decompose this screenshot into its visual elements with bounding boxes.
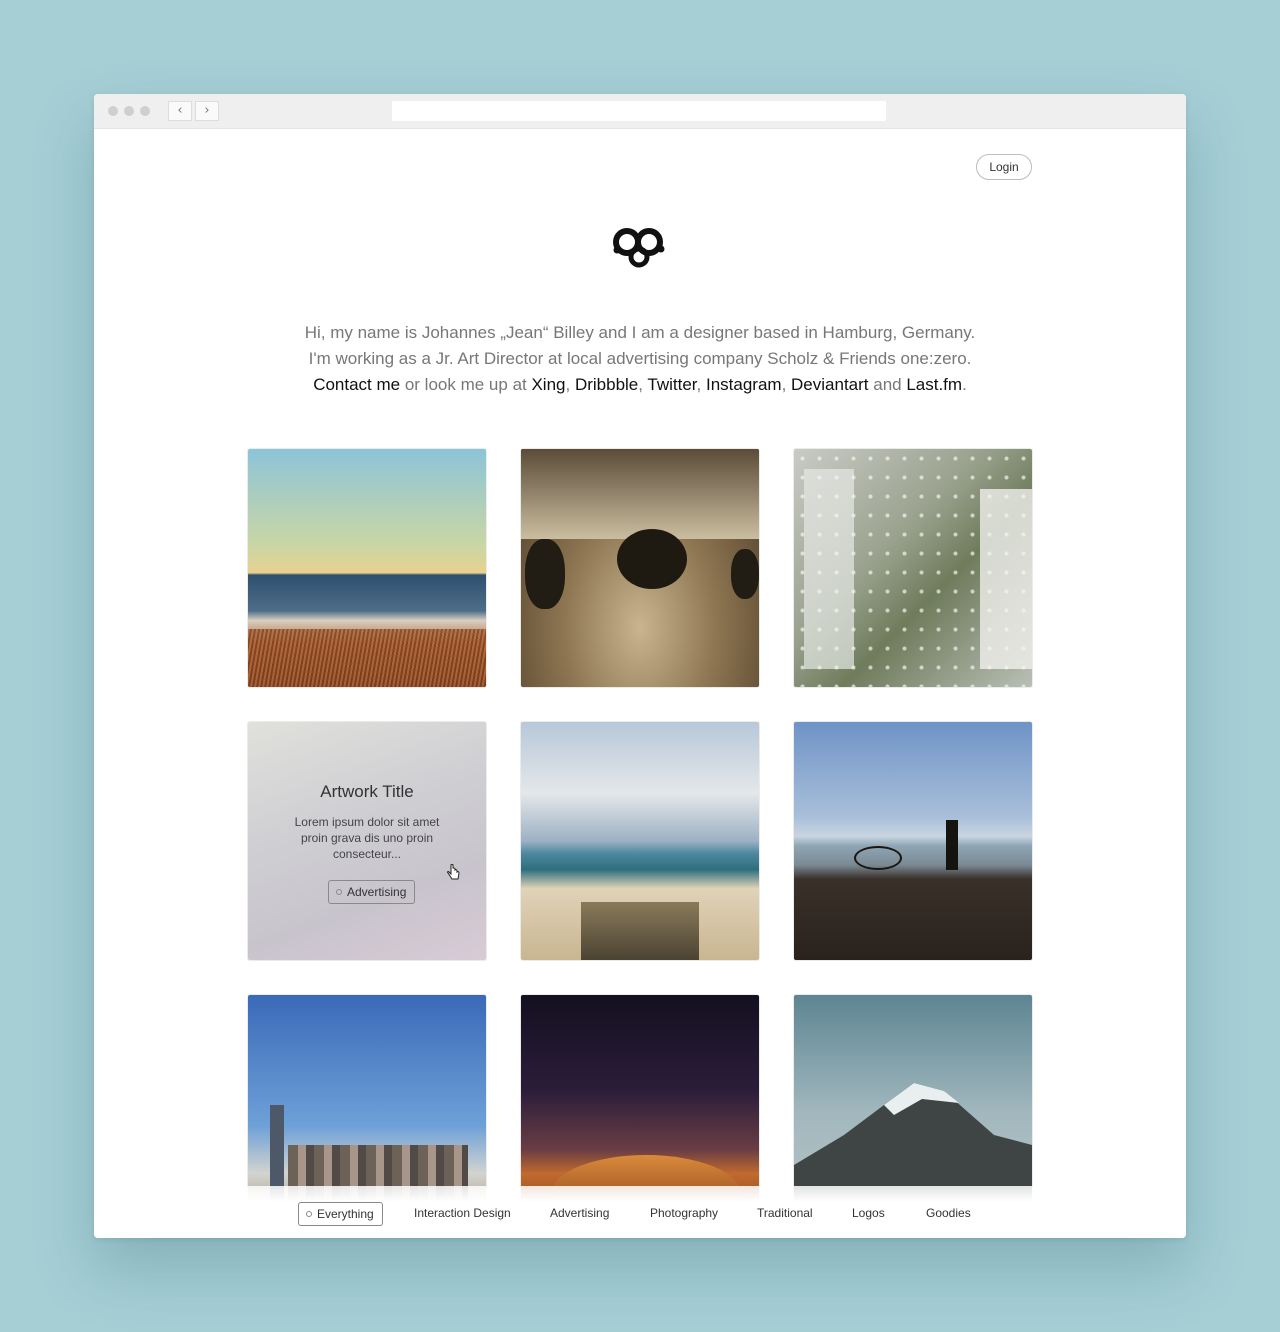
window-zoom-dot[interactable] xyxy=(140,106,150,116)
intro-text: Hi, my name is Johannes „Jean“ Billey an… xyxy=(240,320,1040,398)
intro-line-3: Contact me or look me up at Xing, Dribbb… xyxy=(313,375,967,394)
xing-link[interactable]: Xing xyxy=(531,375,565,394)
deviantart-link[interactable]: Deviantart xyxy=(791,375,868,394)
portfolio-tile-hills[interactable] xyxy=(521,449,759,687)
portfolio-tile-beach[interactable] xyxy=(521,722,759,960)
filter-photography[interactable]: Photography xyxy=(650,1202,718,1224)
tag-hole-icon xyxy=(306,1211,312,1217)
filter-goodies[interactable]: Goodies xyxy=(926,1202,971,1224)
filter-logos[interactable]: Logos xyxy=(852,1202,885,1224)
contact-link[interactable]: Contact me xyxy=(313,375,400,394)
instagram-link[interactable]: Instagram xyxy=(706,375,782,394)
window-close-dot[interactable] xyxy=(108,106,118,116)
filter-advertising[interactable]: Advertising xyxy=(550,1202,609,1224)
filter-everything[interactable]: Everything xyxy=(298,1202,383,1226)
filter-interaction-design[interactable]: Interaction Design xyxy=(414,1202,511,1224)
intro-line-1: Hi, my name is Johannes „Jean“ Billey an… xyxy=(304,323,976,342)
brand-logo-icon[interactable] xyxy=(612,228,668,270)
artwork-title: Artwork Title xyxy=(320,782,414,801)
browser-titlebar: ‹ › xyxy=(94,94,1186,129)
portfolio-tile-lakeshore[interactable] xyxy=(248,449,486,687)
portfolio-tile-cyclist[interactable] xyxy=(794,722,1032,960)
forward-button[interactable]: › xyxy=(195,101,219,121)
twitter-link[interactable]: Twitter xyxy=(647,375,696,394)
filter-traditional[interactable]: Traditional xyxy=(757,1202,813,1224)
artwork-description: Lorem ipsum dolor sit amet proin grava d… xyxy=(294,815,440,861)
browser-window: ‹ › Login Hi, my name is Johannes „Jean“… xyxy=(94,94,1186,1238)
hand-cursor-icon xyxy=(447,864,460,880)
dribbble-link[interactable]: Dribbble xyxy=(575,375,638,394)
back-button[interactable]: ‹ xyxy=(168,101,192,121)
intro-line-2: I'm working as a Jr. Art Director at loc… xyxy=(308,349,972,368)
tag-hole-icon xyxy=(336,889,342,895)
advertising-tag[interactable]: Advertising xyxy=(328,880,416,904)
category-filter-bar xyxy=(94,1186,1186,1238)
window-minimize-dot[interactable] xyxy=(124,106,134,116)
login-button[interactable]: Login xyxy=(976,154,1032,180)
portfolio-tile-hover[interactable]: Artwork Title Lorem ipsum dolor sit amet… xyxy=(248,722,486,960)
portfolio-tile-rainy-window[interactable] xyxy=(794,449,1032,687)
address-bar[interactable] xyxy=(392,101,886,121)
chevron-right-icon: › xyxy=(204,103,210,118)
chevron-left-icon: ‹ xyxy=(177,103,183,118)
lastfm-link[interactable]: Last.fm xyxy=(906,375,962,394)
